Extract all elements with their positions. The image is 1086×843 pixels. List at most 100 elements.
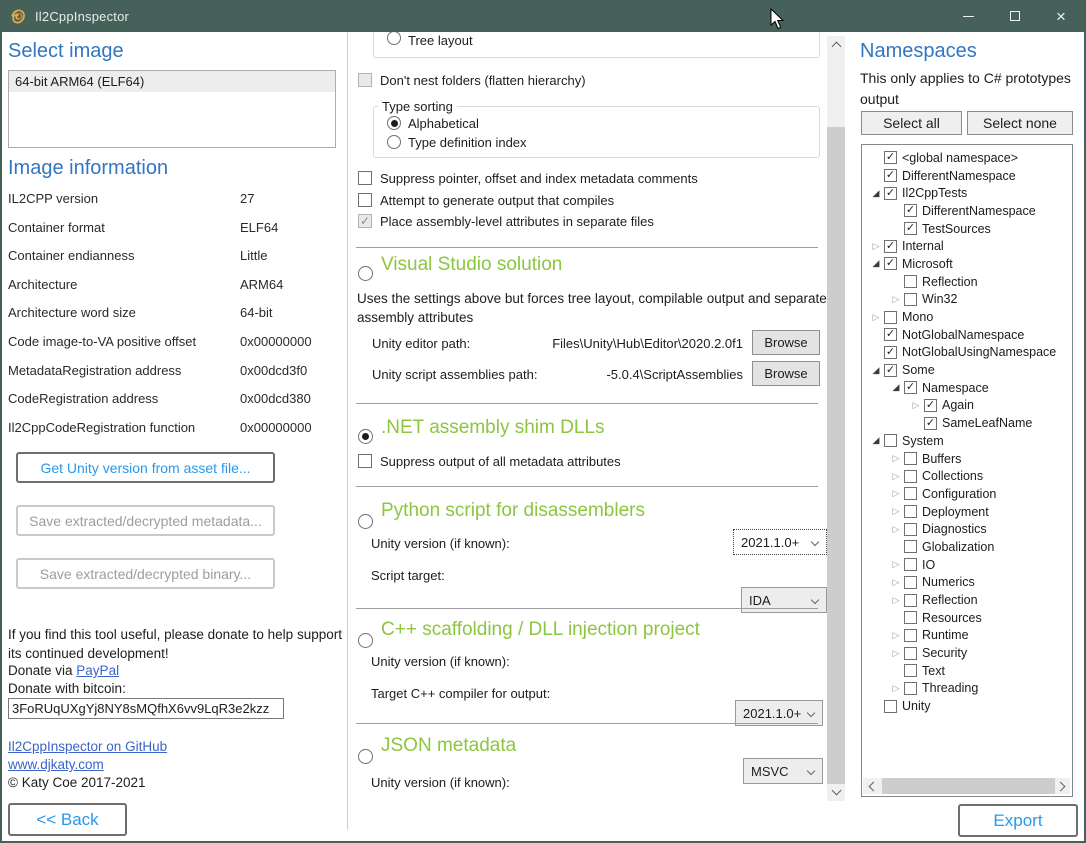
namespace-checkbox[interactable] (904, 293, 917, 306)
browse-editor-path-button[interactable]: Browse (752, 330, 820, 355)
save-binary-button[interactable]: Save extracted/decrypted binary... (16, 558, 275, 589)
back-button[interactable]: << Back (8, 803, 127, 836)
tree-item[interactable]: Text (863, 662, 1070, 680)
expander-collapsed-icon[interactable]: ▷ (888, 453, 904, 464)
image-listbox[interactable]: 64-bit ARM64 (ELF64) (8, 70, 336, 148)
namespace-checkbox[interactable] (884, 700, 897, 713)
tree-item[interactable]: NotGlobalUsingNamespace (863, 344, 1070, 362)
namespace-checkbox[interactable] (904, 611, 917, 624)
tree-item[interactable]: DifferentNamespace (863, 202, 1070, 220)
github-link[interactable]: Il2CppInspector on GitHub (8, 739, 167, 754)
tree-item[interactable]: ▷Configuration (863, 485, 1070, 503)
tree-item[interactable]: ◢System (863, 432, 1070, 450)
namespace-checkbox[interactable] (884, 187, 897, 200)
scroll-right-button[interactable] (1054, 778, 1070, 794)
tree-item[interactable]: DifferentNamespace (863, 167, 1070, 185)
namespace-checkbox[interactable] (884, 151, 897, 164)
expander-collapsed-icon[interactable]: ▷ (888, 488, 904, 499)
expander-expanded-icon[interactable]: ◢ (888, 382, 904, 393)
tree-item[interactable]: ▷Threading (863, 680, 1070, 698)
scroll-up-button[interactable] (827, 36, 845, 53)
namespace-checkbox[interactable] (904, 470, 917, 483)
tree-item[interactable]: Reflection (863, 273, 1070, 291)
namespace-checkbox[interactable] (884, 311, 897, 324)
expander-collapsed-icon[interactable]: ▷ (868, 241, 884, 252)
suppress-metadata-attrs-checkbox[interactable] (358, 454, 372, 468)
tree-item[interactable]: ◢Namespace (863, 379, 1070, 397)
namespace-checkbox[interactable] (884, 169, 897, 182)
namespace-checkbox[interactable] (904, 664, 917, 677)
tree-item[interactable]: ◢Il2CppTests (863, 184, 1070, 202)
expander-collapsed-icon[interactable]: ▷ (888, 577, 904, 588)
expander-collapsed-icon[interactable]: ▷ (868, 312, 884, 323)
expander-collapsed-icon[interactable]: ▷ (888, 524, 904, 535)
vs-solution-radio[interactable] (358, 266, 373, 281)
namespace-checkbox[interactable] (904, 540, 917, 553)
namespace-checkbox[interactable] (924, 399, 937, 412)
tree-horizontal-scrollbar[interactable] (863, 778, 1070, 794)
expander-expanded-icon[interactable]: ◢ (868, 258, 884, 269)
tree-item[interactable]: NotGlobalNamespace (863, 326, 1070, 344)
tree-item[interactable]: ▷Deployment (863, 503, 1070, 521)
json-metadata-radio[interactable] (358, 749, 373, 764)
shim-dlls-radio[interactable] (358, 429, 373, 444)
scroll-down-button[interactable] (827, 784, 845, 801)
namespace-checkbox[interactable] (884, 257, 897, 270)
tree-item[interactable]: <global namespace> (863, 149, 1070, 167)
tree-item[interactable]: ▷Runtime (863, 627, 1070, 645)
expander-collapsed-icon[interactable]: ▷ (888, 683, 904, 694)
namespace-checkbox[interactable] (924, 417, 937, 430)
tree-item[interactable]: ◢Microsoft (863, 255, 1070, 273)
bitcoin-address-input[interactable] (8, 698, 284, 719)
compilable-output-checkbox[interactable] (358, 193, 372, 207)
expander-collapsed-icon[interactable]: ▷ (888, 630, 904, 641)
sort-typedef-radio[interactable] (387, 135, 401, 149)
image-list-item[interactable]: 64-bit ARM64 (ELF64) (9, 71, 335, 92)
namespace-checkbox[interactable] (904, 682, 917, 695)
namespace-checkbox[interactable] (904, 558, 917, 571)
flatten-checkbox[interactable] (358, 73, 372, 87)
suppress-comments-checkbox[interactable] (358, 171, 372, 185)
tree-item[interactable]: SameLeafName (863, 414, 1070, 432)
namespace-checkbox[interactable] (904, 487, 917, 500)
namespace-checkbox[interactable] (884, 364, 897, 377)
expander-expanded-icon[interactable]: ◢ (868, 188, 884, 199)
namespace-checkbox[interactable] (904, 204, 917, 217)
namespace-checkbox[interactable] (904, 275, 917, 288)
sort-alphabetical-radio[interactable] (387, 116, 401, 130)
tree-item[interactable]: Unity (863, 697, 1070, 715)
tree-item[interactable]: ◢Some (863, 361, 1070, 379)
unity-editor-path-value[interactable]: Files\Unity\Hub\Editor\2020.2.0f1 (528, 336, 743, 351)
scrollbar-thumb[interactable] (827, 127, 845, 784)
tree-item[interactable]: ▷IO (863, 556, 1070, 574)
tree-item[interactable]: ▷Mono (863, 308, 1070, 326)
expander-collapsed-icon[interactable]: ▷ (888, 648, 904, 659)
options-scrollbar[interactable] (827, 36, 845, 801)
website-link[interactable]: www.djkaty.com (8, 757, 104, 772)
tree-item[interactable]: ▷Again (863, 397, 1070, 415)
tree-item[interactable]: ▷Security (863, 644, 1070, 662)
scroll-left-button[interactable] (863, 778, 879, 794)
expander-collapsed-icon[interactable]: ▷ (888, 595, 904, 606)
expander-collapsed-icon[interactable]: ▷ (888, 294, 904, 305)
select-all-button[interactable]: Select all (861, 111, 962, 135)
browse-assemblies-path-button[interactable]: Browse (752, 361, 820, 386)
tree-item[interactable]: Resources (863, 609, 1070, 627)
tree-item[interactable]: ▷Reflection (863, 591, 1070, 609)
namespace-checkbox[interactable] (904, 594, 917, 607)
expander-expanded-icon[interactable]: ◢ (868, 365, 884, 376)
namespace-checkbox[interactable] (904, 523, 917, 536)
py-unity-version-combo[interactable]: 2021.1.0+ (733, 529, 827, 555)
expander-collapsed-icon[interactable]: ▷ (888, 559, 904, 570)
namespace-checkbox[interactable] (904, 452, 917, 465)
tree-item[interactable]: ▷Numerics (863, 574, 1070, 592)
select-none-button[interactable]: Select none (967, 111, 1073, 135)
namespace-checkbox[interactable] (884, 328, 897, 341)
namespace-checkbox[interactable] (884, 434, 897, 447)
tree-item[interactable]: ▷Win32 (863, 291, 1070, 309)
tree-item[interactable]: ▷Diagnostics (863, 520, 1070, 538)
tree-item[interactable]: ▷Buffers (863, 450, 1070, 468)
namespace-checkbox[interactable] (904, 222, 917, 235)
expander-collapsed-icon[interactable]: ▷ (888, 506, 904, 517)
namespace-checkbox[interactable] (904, 629, 917, 642)
